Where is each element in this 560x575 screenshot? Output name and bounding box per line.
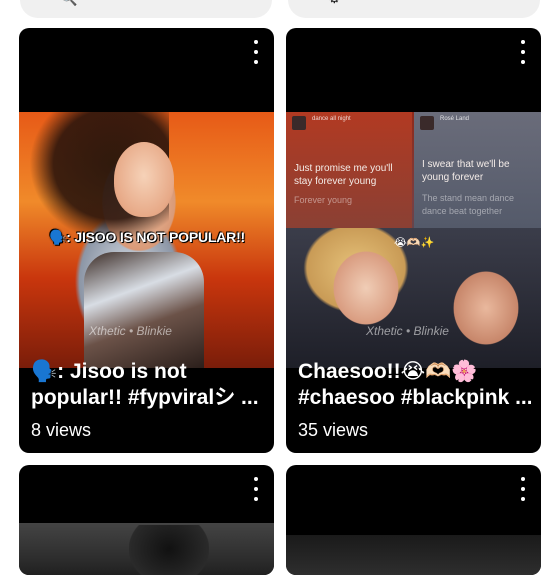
video-thumbnail[interactable]: 🗣️: JISOO IS NOT POPULAR!! Xthetic • Bli… (19, 112, 274, 368)
lyric-panel-avatar (420, 116, 434, 130)
more-options-icon[interactable] (515, 477, 531, 501)
more-options-icon[interactable] (515, 40, 531, 64)
lyric-panel-header: dance all night (312, 116, 351, 122)
video-thumbnail[interactable] (286, 535, 541, 575)
thumbnail-watermark: Xthetic • Blinkie (366, 324, 449, 338)
top-filter-chip[interactable]: ⚙ (288, 0, 540, 18)
lyric-panel-avatar (292, 116, 306, 130)
top-search-chip[interactable]: 🔍 (20, 0, 272, 18)
more-options-icon[interactable] (248, 477, 264, 501)
lyric-text: I swear that we'll be young forever (422, 159, 510, 183)
video-thumbnail[interactable]: dance all night Just promise me you'll s… (286, 112, 541, 368)
thumbnail-overlay-caption: 🗣️: JISOO IS NOT POPULAR!! (49, 229, 245, 245)
settings-icon: ⚙ (328, 0, 341, 7)
video-title[interactable]: Chaesoo!!😭🫶🏻🌸 #chaesoo #blackpink ... (298, 359, 531, 411)
more-options-icon[interactable] (248, 40, 264, 64)
view-count: 35 views (298, 420, 369, 440)
video-title-line-1: 🗣️: Jisoo is not (31, 360, 187, 383)
video-card[interactable] (19, 465, 274, 575)
video-title[interactable]: 🗣️: Jisoo is not popular!! #fypviralシ ..… (31, 359, 264, 411)
view-count: 8 views (31, 420, 92, 440)
thumbnail-emojis: 😭🫶🏻✨ (394, 237, 435, 249)
video-card[interactable]: dance all night Just promise me you'll s… (286, 28, 541, 453)
search-icon: 🔍 (60, 0, 77, 7)
video-card[interactable]: 🗣️: JISOO IS NOT POPULAR!! Xthetic • Bli… (19, 28, 274, 453)
thumbnail-dress (84, 252, 204, 368)
thumbnail-face (114, 142, 174, 217)
video-title-line-2: popular!! #fypviralシ ... (31, 386, 259, 409)
thumbnail-lyric-panel-left: dance all night Just promise me you'll s… (286, 112, 412, 228)
video-card[interactable] (286, 465, 541, 575)
lyric-text-faint: Forever young (294, 195, 353, 205)
lyric-panel-header: Rosé Land (440, 116, 470, 122)
lyric-text-faint: The stand mean dance dance beat together (422, 193, 515, 216)
video-title-line-2: #chaesoo #blackpink ... (298, 386, 531, 409)
video-title-line-1: Chaesoo!!😭🫶🏻🌸 (298, 360, 478, 383)
lyric-text: Just promise me you'll stay forever youn… (294, 163, 393, 187)
video-thumbnail[interactable] (19, 523, 274, 575)
thumbnail-people (286, 228, 541, 368)
thumbnail-lyric-panel-right: Rosé Land I swear that we'll be young fo… (414, 112, 541, 228)
thumbnail-watermark: Xthetic • Blinkie (89, 324, 172, 338)
thumbnail-subject (129, 525, 209, 575)
